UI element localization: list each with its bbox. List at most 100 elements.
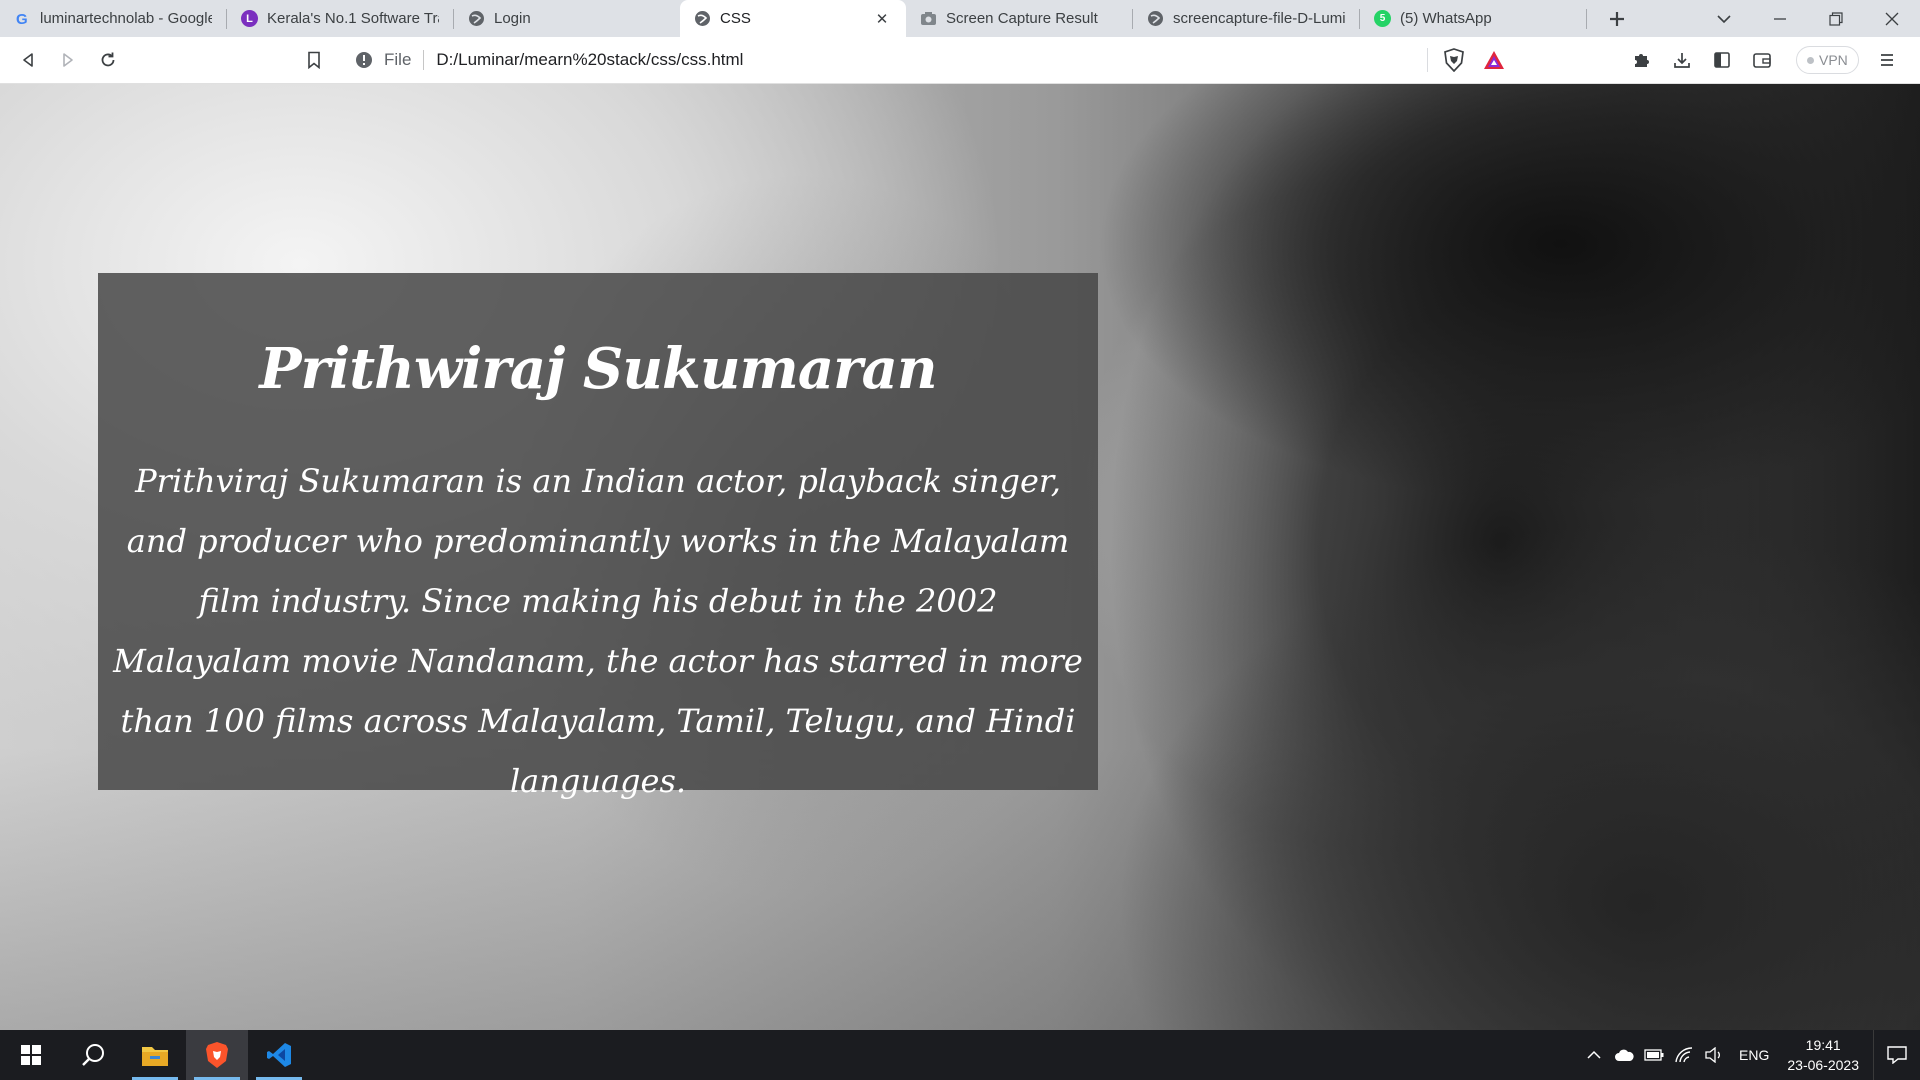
- puzzle-icon: [1635, 54, 1649, 67]
- restore-icon: [1829, 11, 1843, 26]
- window-controls: [1696, 0, 1920, 37]
- extensions-button[interactable]: [1622, 40, 1662, 80]
- address-bar[interactable]: File D:/Luminar/mearn%20stack/css/css.ht…: [344, 42, 1514, 78]
- tab-label: CSS: [720, 10, 751, 27]
- tab-whatsapp[interactable]: 5 (5) WhatsApp: [1360, 0, 1586, 37]
- file-explorer-app[interactable]: [124, 1030, 186, 1080]
- speaker-icon: [1705, 1047, 1720, 1063]
- tab-label: (5) WhatsApp: [1400, 10, 1492, 27]
- volume-tray[interactable]: [1699, 1030, 1729, 1080]
- bookmark-icon: [308, 51, 320, 69]
- wallet-icon: [1753, 53, 1771, 68]
- divider: [423, 50, 425, 70]
- tab-css[interactable]: CSS ✕: [680, 0, 906, 37]
- brave-shield-icon: [1444, 48, 1464, 72]
- minimize-icon: [1774, 17, 1786, 20]
- tab-luminartechnolab[interactable]: G luminartechnolab - Google: [0, 0, 226, 37]
- address-bar-actions: [1427, 42, 1514, 78]
- clock-time: 19:41: [1805, 1037, 1841, 1053]
- battery-tray[interactable]: [1639, 1030, 1669, 1080]
- taskbar-search-button[interactable]: [62, 1030, 124, 1080]
- windows-start-icon: [21, 1045, 41, 1065]
- reload-icon: [101, 52, 115, 67]
- bio-paragraph: Prithviraj Sukumaran is an Indian actor,…: [113, 462, 1083, 800]
- brave-rewards-button[interactable]: [1474, 40, 1514, 80]
- tab-label: luminartechnolab - Google: [40, 10, 212, 27]
- hamburger-menu-icon: [1880, 54, 1893, 66]
- tab-label: screencapture-file-D-Lumir: [1173, 10, 1345, 27]
- forward-button[interactable]: [48, 40, 88, 80]
- input-language[interactable]: ENG: [1739, 1047, 1769, 1063]
- tab-login[interactable]: Login: [454, 0, 680, 37]
- close-tab-icon[interactable]: ✕: [872, 9, 892, 29]
- tab-screen-capture-result[interactable]: Screen Capture Result: [906, 0, 1132, 37]
- vscode-app[interactable]: [248, 1030, 310, 1080]
- menu-button[interactable]: [1867, 40, 1907, 80]
- divider: [1427, 48, 1428, 72]
- search-icon: [82, 1044, 104, 1066]
- plus-icon: [1610, 11, 1624, 26]
- show-hidden-icons-button[interactable]: [1579, 1030, 1609, 1080]
- windows-taskbar: ENG 19:41 23-06-2023: [0, 1030, 1920, 1080]
- info-icon[interactable]: [354, 50, 374, 70]
- wifi-icon: [1675, 1047, 1693, 1063]
- sidebar-icon: [1714, 52, 1730, 68]
- clock-date: 23-06-2023: [1787, 1057, 1859, 1073]
- globe-icon: [468, 10, 485, 27]
- globe-icon: [1147, 10, 1164, 27]
- forward-icon: [63, 53, 73, 67]
- restore-button[interactable]: [1808, 0, 1864, 37]
- url-scheme-label: File: [384, 50, 412, 69]
- minimize-button[interactable]: [1752, 0, 1808, 37]
- reload-button[interactable]: [88, 40, 128, 80]
- tab-strip: G luminartechnolab - Google L Kerala's N…: [0, 0, 1920, 37]
- notification-center-button[interactable]: [1873, 1030, 1920, 1080]
- tab-label: Login: [494, 10, 531, 27]
- tab-screencapture-file[interactable]: screencapture-file-D-Lumir: [1133, 0, 1359, 37]
- notification-icon: [1887, 1046, 1907, 1064]
- page-title: Prithwiraj Sukumaran: [259, 336, 937, 402]
- windows-start-button[interactable]: [0, 1030, 62, 1080]
- globe-icon: [694, 10, 711, 27]
- vscode-icon: [267, 1043, 291, 1067]
- google-icon: G: [14, 10, 31, 28]
- tab-kerala-software[interactable]: L Kerala's No.1 Software Trai: [227, 0, 453, 37]
- close-window-button[interactable]: [1864, 0, 1920, 37]
- system-tray: ENG 19:41 23-06-2023: [1579, 1030, 1920, 1080]
- camera-icon: [920, 10, 937, 27]
- clock[interactable]: 19:41 23-06-2023: [1787, 1035, 1859, 1075]
- chevron-down-icon: [1717, 14, 1731, 23]
- tab-label: Kerala's No.1 Software Trai: [267, 10, 439, 27]
- info-card: Prithwiraj Sukumaran Prithviraj Sukumara…: [98, 273, 1098, 800]
- page-viewport: Prithwiraj Sukumaran Prithviraj Sukumara…: [0, 84, 1920, 1030]
- url-text[interactable]: D:/Luminar/mearn%20stack/css/css.html: [436, 50, 743, 70]
- svg-text:G: G: [16, 11, 28, 27]
- brave-browser-app[interactable]: [186, 1030, 248, 1080]
- tab-search-button[interactable]: [1696, 0, 1752, 37]
- bookmark-button[interactable]: [294, 40, 334, 80]
- back-button[interactable]: [8, 40, 48, 80]
- network-tray[interactable]: [1669, 1030, 1699, 1080]
- battery-icon: [1644, 1049, 1664, 1061]
- close-icon: [1885, 12, 1899, 25]
- sidebar-button[interactable]: [1702, 40, 1742, 80]
- wallet-button[interactable]: [1742, 40, 1782, 80]
- vpn-status-dot: [1807, 56, 1814, 64]
- chevron-up-icon: [1587, 1050, 1601, 1059]
- back-icon: [23, 53, 33, 67]
- new-tab-button[interactable]: [1587, 0, 1647, 37]
- vpn-button[interactable]: VPN: [1796, 46, 1859, 74]
- brave-rewards-icon: [1484, 51, 1504, 69]
- cloud-icon: [1615, 1049, 1634, 1061]
- onedrive-tray[interactable]: [1609, 1030, 1639, 1080]
- vpn-label: VPN: [1819, 52, 1848, 68]
- brave-shields-button[interactable]: [1434, 40, 1474, 80]
- downloads-button[interactable]: [1662, 40, 1702, 80]
- browser-toolbar: File D:/Luminar/mearn%20stack/css/css.ht…: [0, 37, 1920, 84]
- brave-browser-icon: [206, 1042, 228, 1068]
- vpn-pill: VPN: [1796, 46, 1859, 74]
- whatsapp-icon: 5: [1374, 10, 1391, 27]
- luminar-logo-icon: L: [241, 10, 258, 27]
- tab-label: Screen Capture Result: [946, 10, 1098, 27]
- download-icon: [1674, 53, 1690, 68]
